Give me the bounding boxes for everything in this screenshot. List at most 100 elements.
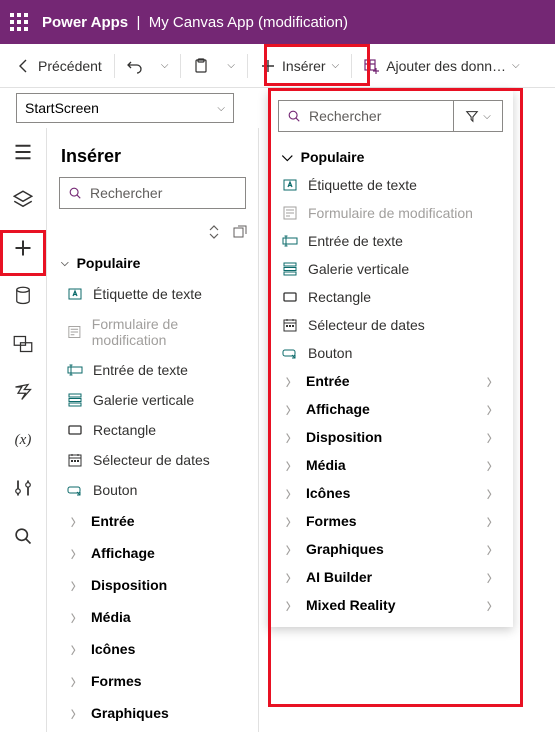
chevron-right-icon: 〉: [286, 598, 296, 613]
chevron-right-icon: 〉: [71, 546, 81, 561]
paste-button[interactable]: [185, 52, 217, 80]
paste-menu[interactable]: ⌵: [219, 54, 243, 77]
insert-item[interactable]: Galerie verticale: [47, 385, 258, 415]
chevron-down-icon: ⌵: [332, 60, 340, 71]
rect-icon: [67, 422, 83, 438]
category-row[interactable]: 〉Formes〉: [268, 507, 513, 535]
category-row[interactable]: 〉Entrée: [47, 505, 258, 537]
date-icon: [282, 317, 298, 333]
collapse-icon[interactable]: [206, 224, 222, 240]
insert-flyout: Rechercher ⌵ ⌵PopulaireÉtiquette de text…: [268, 90, 513, 627]
plus-icon: [260, 58, 276, 74]
label-icon: [67, 286, 83, 302]
chevron-right-icon: 〉: [487, 514, 497, 529]
twisty-icon: ⌵: [282, 148, 293, 165]
category-row[interactable]: 〉Graphiques: [47, 697, 258, 729]
chevron-right-icon: 〉: [487, 402, 497, 417]
chevron-right-icon: 〉: [286, 402, 296, 417]
app-name: My Canvas App (modification): [149, 14, 348, 31]
button-icon: [282, 345, 298, 361]
insert-button[interactable]: Insérer ⌵: [252, 52, 347, 80]
table-plus-icon: [364, 58, 380, 74]
add-data-button[interactable]: Ajouter des donn… ⌵: [356, 52, 527, 80]
category-row[interactable]: 〉Disposition: [47, 569, 258, 601]
insert-item[interactable]: Bouton: [268, 339, 513, 367]
category-row[interactable]: 〉Graphiques〉: [268, 535, 513, 563]
layers-icon[interactable]: [13, 190, 33, 210]
insert-item[interactable]: Étiquette de texte: [268, 171, 513, 199]
back-button[interactable]: Précédent: [8, 52, 110, 80]
separator: [180, 54, 181, 78]
media-icon[interactable]: [13, 334, 33, 354]
category-row[interactable]: 〉AI Builder〉: [268, 563, 513, 591]
insert-rail-icon[interactable]: [13, 238, 33, 258]
variables-icon[interactable]: (x): [13, 430, 33, 450]
insert-item: Formulaire de modification: [47, 309, 258, 355]
chevron-right-icon: 〉: [487, 374, 497, 389]
search-rail-icon[interactable]: [13, 526, 33, 546]
flyout-list: ⌵PopulaireÉtiquette de texteFormulaire d…: [268, 142, 513, 619]
search-icon: [287, 109, 301, 123]
screen-select[interactable]: StartScreen ⌵: [16, 93, 234, 123]
chevron-right-icon: 〉: [71, 674, 81, 689]
gallery-icon: [67, 392, 83, 408]
panel-list: ⌵PopulaireÉtiquette de texteFormulaire d…: [47, 247, 258, 729]
power-automate-icon[interactable]: [13, 382, 33, 402]
insert-item[interactable]: Rectangle: [268, 283, 513, 311]
flyout-filter-button[interactable]: ⌵: [453, 100, 503, 132]
popout-icon[interactable]: [232, 224, 248, 240]
category-row[interactable]: 〉Icônes〉: [268, 479, 513, 507]
category-row[interactable]: 〉Formes: [47, 665, 258, 697]
panel-mini-toolbar: [47, 217, 258, 247]
chevron-right-icon: 〉: [286, 458, 296, 473]
chevron-right-icon: 〉: [487, 486, 497, 501]
rect-icon: [282, 289, 298, 305]
category-row[interactable]: 〉Entrée〉: [268, 367, 513, 395]
chevron-right-icon: 〉: [71, 642, 81, 657]
chevron-down-icon: ⌵: [512, 60, 520, 71]
header-title: Power Apps | My Canvas App (modification…: [42, 14, 348, 31]
insert-item[interactable]: Rectangle: [47, 415, 258, 445]
app-header: Power Apps | My Canvas App (modification…: [0, 0, 555, 44]
category-row[interactable]: 〉Mixed Reality〉: [268, 591, 513, 619]
search-icon: [68, 186, 82, 200]
insert-panel: Insérer Rechercher ⌵PopulaireÉtiquette d…: [47, 128, 259, 732]
popular-header[interactable]: ⌵Populaire: [47, 247, 258, 279]
chevron-right-icon: 〉: [286, 486, 296, 501]
undo-button[interactable]: [119, 52, 151, 80]
date-icon: [67, 452, 83, 468]
chevron-down-icon: ⌵: [483, 111, 491, 122]
insert-item[interactable]: Bouton: [47, 475, 258, 505]
chevron-right-icon: 〉: [286, 430, 296, 445]
label-icon: [282, 177, 298, 193]
chevron-right-icon: 〉: [286, 570, 296, 585]
tree-view-icon[interactable]: [13, 142, 33, 162]
insert-item[interactable]: Entrée de texte: [268, 227, 513, 255]
waffle-icon[interactable]: [10, 13, 28, 31]
data-icon[interactable]: [13, 286, 33, 306]
insert-item[interactable]: Galerie verticale: [268, 255, 513, 283]
undo-icon: [127, 58, 143, 74]
advanced-tools-icon[interactable]: [13, 478, 33, 498]
chevron-right-icon: 〉: [487, 570, 497, 585]
popular-header[interactable]: ⌵Populaire: [268, 142, 513, 171]
panel-title: Insérer: [47, 128, 258, 177]
insert-item[interactable]: Étiquette de texte: [47, 279, 258, 309]
flyout-search-input[interactable]: Rechercher: [278, 100, 453, 132]
category-row[interactable]: 〉Média〉: [268, 451, 513, 479]
insert-item[interactable]: Sélecteur de dates: [268, 311, 513, 339]
category-row[interactable]: 〉Affichage〉: [268, 395, 513, 423]
category-row[interactable]: 〉Média: [47, 601, 258, 633]
chevron-right-icon: 〉: [286, 374, 296, 389]
undo-menu[interactable]: ⌵: [153, 54, 177, 77]
filter-icon: [465, 109, 479, 123]
category-row[interactable]: 〉Affichage: [47, 537, 258, 569]
chevron-right-icon: 〉: [71, 706, 81, 721]
back-arrow-icon: [16, 58, 32, 74]
insert-item[interactable]: Entrée de texte: [47, 355, 258, 385]
category-row[interactable]: 〉Disposition〉: [268, 423, 513, 451]
insert-item[interactable]: Sélecteur de dates: [47, 445, 258, 475]
left-rail: (x): [0, 128, 47, 732]
category-row[interactable]: 〉Icônes: [47, 633, 258, 665]
panel-search-input[interactable]: Rechercher: [59, 177, 246, 209]
